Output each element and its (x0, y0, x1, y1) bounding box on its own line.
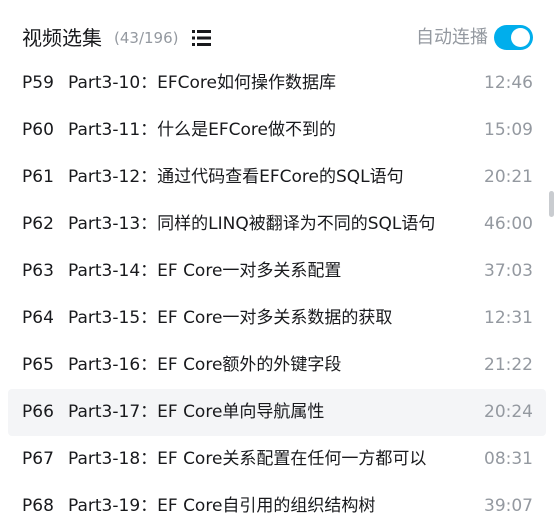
episode-title: Part3-18：EF Core关系配置在任何一方都可以 (68, 449, 427, 469)
episode-number: P62 (22, 214, 54, 234)
episode-title: Part3-13：同样的LINQ被翻译为不同的SQL语句 (68, 214, 436, 234)
autoplay-label: 自动连播 (416, 27, 488, 48)
autoplay-toggle-knob (511, 28, 530, 47)
episode-number: P65 (22, 355, 54, 375)
episode-number: P63 (22, 261, 54, 281)
episode-row[interactable]: P62 Part3-13：同样的LINQ被翻译为不同的SQL语句 46:00 (8, 201, 546, 248)
episode-title: Part3-16：EF Core额外的外键字段 (68, 355, 342, 375)
episode-number: P60 (22, 120, 54, 140)
episode-row[interactable]: P63 Part3-14：EF Core一对多关系配置 37:03 (8, 248, 546, 295)
episode-title: Part3-17：EF Core单向导航属性 (68, 402, 325, 422)
episode-duration: 20:21 (484, 167, 533, 187)
episode-row[interactable]: P59 Part3-10：EFCore如何操作数据库 12:46 (8, 60, 546, 107)
episode-number: P64 (22, 308, 54, 328)
episode-duration: 37:03 (484, 261, 533, 281)
episode-duration: 20:24 (484, 402, 533, 422)
list-view-icon[interactable] (192, 29, 212, 47)
episode-duration: 39:07 (484, 496, 533, 516)
scrollbar-thumb[interactable] (549, 191, 554, 217)
episode-duration: 12:31 (484, 308, 533, 328)
episode-count: (43/196) (114, 29, 179, 47)
episode-title: Part3-15：EF Core一对多关系数据的获取 (68, 308, 393, 328)
episode-duration: 46:00 (484, 214, 533, 234)
episode-number: P66 (22, 402, 54, 422)
episode-title: Part3-10：EFCore如何操作数据库 (68, 73, 337, 93)
episode-number: P67 (22, 449, 54, 469)
episode-duration: 12:46 (484, 73, 533, 93)
episode-title: Part3-19：EF Core自引用的组织结构树 (68, 496, 376, 516)
episode-row[interactable]: P60 Part3-11：什么是EFCore做不到的 15:09 (8, 107, 546, 154)
episode-duration: 15:09 (484, 120, 533, 140)
episode-number: P68 (22, 496, 54, 516)
episode-title: Part3-11：什么是EFCore做不到的 (68, 120, 337, 140)
episode-title: Part3-12：通过代码查看EFCore的SQL语句 (68, 167, 404, 187)
episode-list-title: 视频选集 (22, 26, 102, 50)
episode-title: Part3-14：EF Core一对多关系配置 (68, 261, 342, 281)
episode-row[interactable]: P67 Part3-18：EF Core关系配置在任何一方都可以 08:31 (8, 436, 546, 483)
episode-number: P59 (22, 73, 54, 93)
episode-row[interactable]: P61 Part3-12：通过代码查看EFCore的SQL语句 20:21 (8, 154, 546, 201)
episode-duration: 08:31 (484, 449, 533, 469)
episode-duration: 21:22 (484, 355, 533, 375)
episode-list-panel: 视频选集 (43/196) 自动连播 P59 Part3-10：EFCore如何操… (0, 0, 555, 523)
episode-row[interactable]: P68 Part3-19：EF Core自引用的组织结构树 39:07 (8, 483, 546, 523)
episode-row[interactable]: P65 Part3-16：EF Core额外的外键字段 21:22 (8, 342, 546, 389)
episode-row[interactable]: P64 Part3-15：EF Core一对多关系数据的获取 12:31 (8, 295, 546, 342)
autoplay-toggle[interactable] (494, 25, 533, 50)
episode-list: P59 Part3-10：EFCore如何操作数据库 12:46 P60 Part3-1… (8, 60, 546, 523)
episode-number: P61 (22, 167, 54, 187)
episode-row[interactable]: P66 Part3-17：EF Core单向导航属性 20:24 (8, 389, 546, 436)
